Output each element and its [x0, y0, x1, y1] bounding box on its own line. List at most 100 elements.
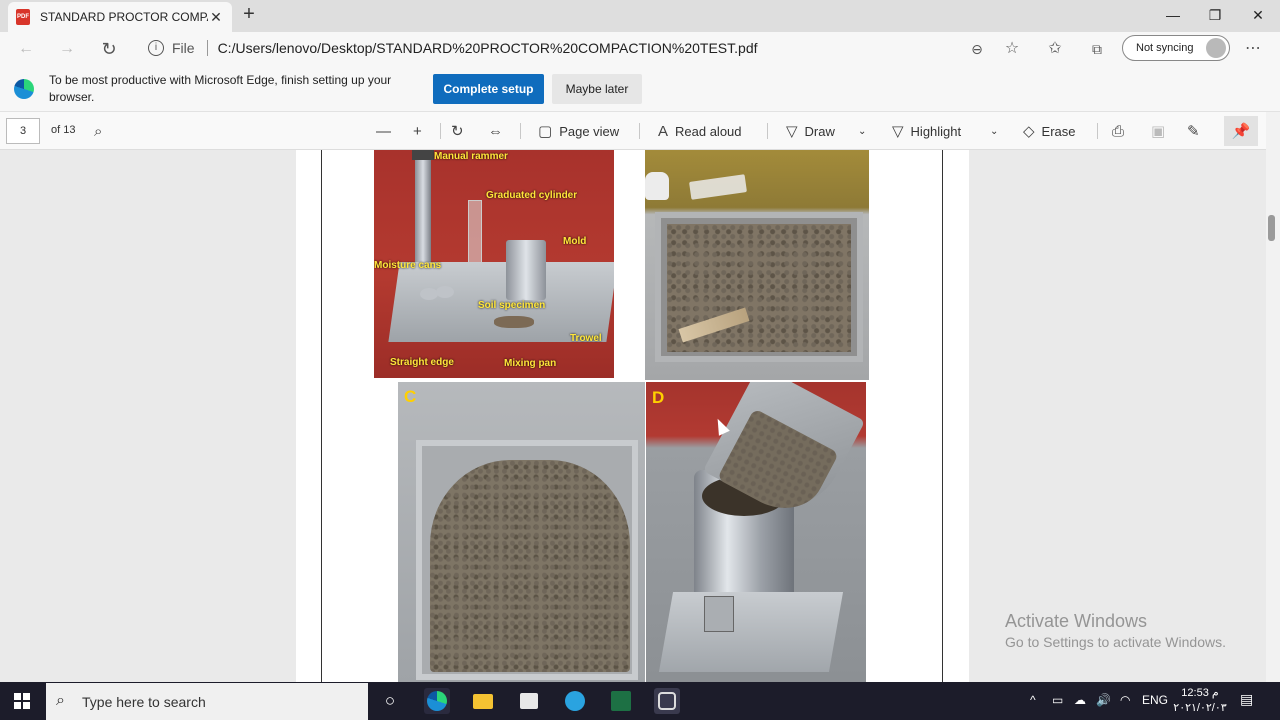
clock[interactable]: 12:53 م ۲۰۲۱/۰۲/۰۳: [1168, 686, 1232, 716]
erase-button[interactable]: ◇ Erase: [1023, 122, 1076, 140]
file-scheme-label: File: [172, 40, 195, 56]
minimize-button[interactable]: —: [1150, 0, 1196, 30]
add-favorite-icon[interactable]: ☆: [1001, 38, 1023, 60]
close-tab-icon[interactable]: ✕: [208, 9, 224, 26]
toolbar-divider: [440, 123, 441, 139]
url-text[interactable]: C:/Users/lenovo/Desktop/STANDARD%20PROCT…: [218, 40, 758, 56]
cortana-icon[interactable]: ○: [377, 688, 403, 714]
page-number-input[interactable]: 3: [6, 118, 40, 144]
zoom-icon[interactable]: ⊖: [966, 38, 988, 60]
scrollbar-thumb[interactable]: [1268, 215, 1275, 241]
equipment-photo: Manual rammer Graduated cylinder Mold Mo…: [374, 150, 614, 378]
pdf-page: Manual rammer Graduated cylinder Mold Mo…: [296, 150, 969, 682]
mixing-pan-label: Mixing pan: [504, 358, 557, 369]
moisture-cans-label: Moisture cans: [374, 260, 442, 271]
activate-windows-title: Activate Windows: [1005, 611, 1148, 631]
file-explorer-icon[interactable]: [470, 688, 496, 714]
pdf-viewer[interactable]: Manual rammer Graduated cylinder Mold Mo…: [0, 150, 1266, 682]
navigation-bar: ← → ↻ i File C:/Users/lenovo/Desktop/STA…: [0, 32, 1280, 64]
activate-windows-subtitle: Go to Settings to activate Windows.: [1005, 634, 1226, 650]
show-hidden-icons-chevron[interactable]: ^: [1030, 693, 1036, 707]
notifications-icon[interactable]: ▤: [1240, 691, 1253, 708]
language-indicator[interactable]: ENG: [1142, 693, 1168, 707]
start-button-icon[interactable]: [14, 693, 30, 709]
highlight-button[interactable]: ▽ Highlight: [892, 122, 961, 140]
setup-banner: To be most productive with Microsoft Edg…: [0, 64, 1280, 112]
profile-sync-button[interactable]: Not syncing: [1122, 35, 1230, 61]
restore-button[interactable]: ❐: [1192, 0, 1238, 30]
find-icon[interactable]: ⌕: [94, 122, 102, 140]
highlight-icon: ▽: [892, 123, 904, 140]
draw-icon: ▽: [786, 123, 798, 140]
refresh-icon[interactable]: ↻: [98, 38, 120, 60]
straight-edge-label: Straight edge: [390, 357, 454, 368]
draw-options-chevron-icon[interactable]: ⌄: [858, 122, 866, 140]
toolbar-divider: [520, 123, 521, 139]
page-view-button[interactable]: ▢ Page view: [538, 122, 619, 140]
screen-recorder-icon[interactable]: [654, 688, 680, 714]
favorites-icon[interactable]: ✩: [1044, 38, 1066, 60]
pin-toolbar-icon[interactable]: 📌: [1224, 116, 1258, 146]
maybe-later-button[interactable]: Maybe later: [552, 74, 642, 104]
wifi-icon[interactable]: ◠: [1120, 693, 1130, 707]
photo-d-letter: D: [652, 388, 665, 407]
browser-tab[interactable]: PDF STANDARD PROCTOR COMPACT ✕: [8, 2, 232, 32]
edge-taskbar-icon[interactable]: [424, 688, 450, 714]
print-icon[interactable]: ⎙: [1112, 122, 1124, 140]
address-separator: [206, 40, 208, 56]
highlight-options-chevron-icon[interactable]: ⌄: [990, 122, 998, 140]
volume-icon[interactable]: 🔊: [1096, 693, 1111, 707]
zoom-out-icon[interactable]: —: [376, 122, 391, 140]
toolbar-divider: [767, 123, 768, 139]
back-icon[interactable]: ←: [15, 38, 37, 60]
trowel-label: Trowel: [570, 333, 602, 344]
soil-in-pan-photo: C: [398, 382, 645, 682]
taskbar-search-box[interactable]: ⌕ Type here to search: [46, 683, 368, 720]
collections-icon[interactable]: ⧉: [1086, 38, 1108, 60]
address-bar[interactable]: i File C:/Users/lenovo/Desktop/STANDARD%…: [138, 34, 1030, 62]
photo-c-letter: C: [404, 387, 417, 406]
fit-width-icon[interactable]: ⇔: [488, 122, 503, 140]
banner-message: To be most productive with Microsoft Edg…: [49, 73, 392, 104]
filling-mold-photo: D: [646, 382, 866, 682]
draw-button[interactable]: ▽ Draw: [786, 122, 835, 140]
excel-icon[interactable]: [608, 688, 634, 714]
toolbar-divider: [639, 123, 640, 139]
clock-date: ۲۰۲۱/۰۲/۰۳: [1173, 702, 1227, 714]
onedrive-icon[interactable]: ☁: [1074, 693, 1086, 707]
more-menu-icon[interactable]: ⋯: [1242, 38, 1264, 60]
store-icon[interactable]: [516, 688, 542, 714]
draw-label: Draw: [804, 123, 835, 139]
soil-specimen-label: Soil specimen: [478, 300, 546, 311]
highlight-label: Highlight: [910, 123, 962, 139]
graduated-cylinder-label: Graduated cylinder: [486, 190, 578, 201]
tab-title: STANDARD PROCTOR COMPACT: [40, 10, 208, 24]
complete-setup-button[interactable]: Complete setup: [433, 74, 544, 104]
read-aloud-button[interactable]: A Read aloud: [658, 122, 742, 140]
forward-icon[interactable]: →: [56, 38, 78, 60]
pdf-file-icon: PDF: [16, 9, 30, 25]
clock-time: 12:53 م: [1181, 687, 1219, 699]
title-bar: PDF STANDARD PROCTOR COMPACT ✕ + — ❐ ✕: [0, 0, 1280, 32]
info-icon[interactable]: i: [148, 40, 164, 56]
pdf-toolbar: 3 of 13 ⌕ — + ↻ ⇔ ▢ Page view A Read alo…: [0, 112, 1280, 150]
erase-label: Erase: [1041, 123, 1076, 139]
toolbar-divider: [1097, 123, 1098, 139]
sync-label: Not syncing: [1136, 42, 1194, 54]
new-tab-button[interactable]: +: [238, 4, 260, 26]
rotate-icon[interactable]: ↻: [451, 122, 464, 140]
eraser-icon: ◇: [1023, 123, 1035, 140]
save-as-icon[interactable]: ✎: [1187, 122, 1200, 140]
close-window-button[interactable]: ✕: [1235, 0, 1280, 30]
page-view-label: Page view: [559, 123, 620, 139]
read-aloud-label: Read aloud: [675, 123, 742, 139]
telegram-icon[interactable]: [562, 688, 588, 714]
vertical-scrollbar[interactable]: [1266, 112, 1280, 682]
save-icon[interactable]: ▣: [1151, 122, 1165, 140]
water-pouring-photo: [645, 150, 869, 380]
battery-icon[interactable]: ▭: [1052, 693, 1063, 707]
mold-label: Mold: [563, 236, 587, 247]
zoom-in-icon[interactable]: +: [413, 122, 422, 140]
read-aloud-icon: A: [658, 122, 669, 140]
page-count: of 13: [51, 124, 76, 136]
